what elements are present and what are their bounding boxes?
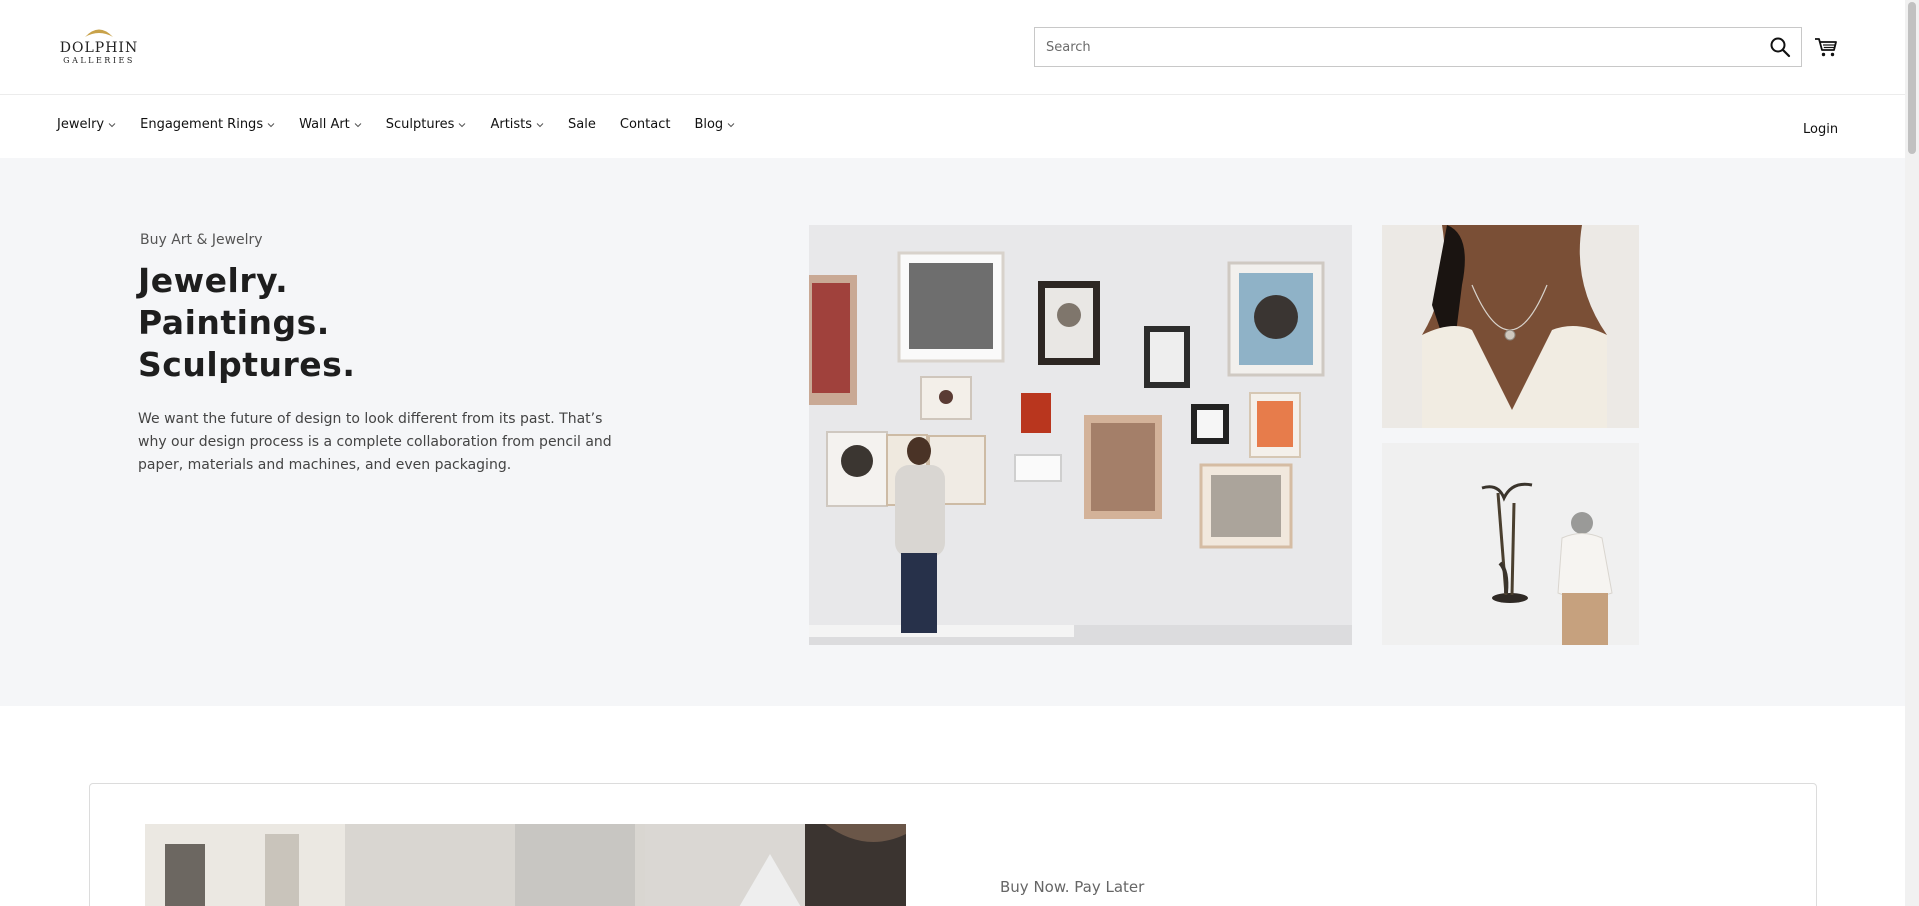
page-scrollbar[interactable]	[1905, 0, 1919, 906]
nav-item-label: Contact	[619, 117, 671, 132]
nav-item-label: Wall Art	[299, 117, 350, 132]
main-nav: Jewelry Engagement Rings Wall Art Sculpt…	[0, 94, 1905, 158]
nav-item-label: Sale	[568, 117, 596, 132]
nav-item-artists[interactable]: Artists	[490, 117, 544, 132]
chevron-down-icon	[727, 122, 735, 127]
nav-item-contact[interactable]: Contact	[620, 117, 671, 132]
promo-eyebrow: Buy Now. Pay Later	[1000, 878, 1145, 896]
chevron-down-icon	[459, 122, 466, 127]
necklace-scene	[1382, 225, 1639, 428]
chevron-down-icon	[108, 122, 116, 127]
headline-line: Jewelry.	[138, 261, 289, 300]
chevron-down-icon	[354, 122, 362, 127]
nav-item-engagement-rings[interactable]: Engagement Rings	[140, 117, 275, 132]
brand-subname: GALLERIES	[63, 56, 135, 65]
login-link[interactable]: Login	[1803, 122, 1838, 137]
hero-headline: Jewelry. Paintings. Sculptures.	[138, 260, 638, 386]
nav-item-label: Blog	[694, 117, 724, 132]
chevron-down-icon	[267, 122, 275, 127]
sculpture-viewer-image	[1382, 443, 1639, 645]
nav-item-label: Artists	[490, 117, 533, 132]
hero-eyebrow: Buy Art & Jewelry	[140, 232, 263, 248]
dolphin-logo-icon	[85, 29, 113, 37]
nav-item-label: Jewelry	[57, 117, 105, 132]
promo-street-image	[145, 824, 906, 906]
nav-item-sale[interactable]: Sale	[568, 117, 596, 132]
gallery-visitor-image	[809, 225, 1352, 645]
search-icon[interactable]	[1769, 36, 1791, 58]
nav-item-wall-art[interactable]: Wall Art	[299, 117, 362, 132]
nav-item-label: Sculptures	[385, 117, 455, 132]
site-header: DOLPHIN GALLERIES	[0, 0, 1905, 94]
chevron-down-icon	[536, 122, 544, 127]
nav-item-jewelry[interactable]: Jewelry	[57, 117, 116, 132]
promo-card: Buy Now. Pay Later	[89, 783, 1817, 906]
street-scene	[145, 824, 906, 906]
nav-item-blog[interactable]: Blog	[694, 117, 735, 132]
search-input[interactable]	[1035, 28, 1735, 66]
headline-line: Paintings.	[138, 303, 330, 342]
nav-list: Jewelry Engagement Rings Wall Art Sculpt…	[57, 117, 759, 132]
necklace-model-image	[1382, 225, 1639, 428]
nav-item-sculptures[interactable]: Sculptures	[386, 117, 467, 132]
scrollbar-thumb[interactable]	[1908, 2, 1916, 154]
hero-description: We want the future of design to look dif…	[138, 411, 612, 473]
nav-item-label: Engagement Rings	[140, 117, 264, 132]
hero-section: Buy Art & Jewelry Jewelry. Paintings. Sc…	[0, 158, 1905, 706]
brand-name: DOLPHIN	[59, 40, 139, 56]
gallery-scene	[809, 225, 1352, 645]
headline-line: Sculptures.	[138, 345, 356, 384]
search-box	[1034, 27, 1802, 67]
sculpture-scene	[1382, 443, 1639, 645]
brand-logo[interactable]: DOLPHIN GALLERIES	[57, 26, 141, 68]
cart-icon[interactable]	[1814, 36, 1838, 58]
